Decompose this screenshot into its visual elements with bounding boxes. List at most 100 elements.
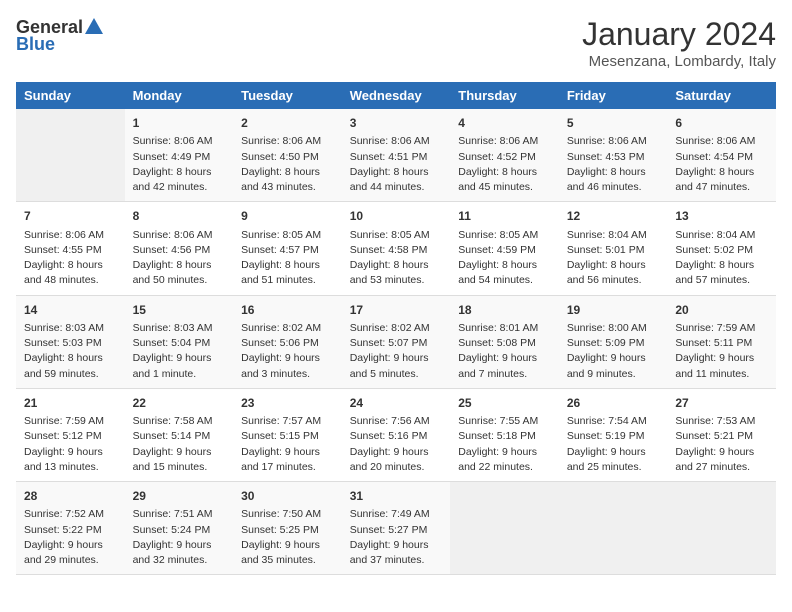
day-number: 2	[241, 115, 334, 132]
daylight-minutes-text: and 48 minutes.	[24, 274, 99, 286]
sunrise-text: Sunrise: 8:06 AM	[458, 135, 538, 147]
day-number: 17	[350, 302, 443, 319]
daylight-hours-text: Daylight: 8 hours	[567, 166, 646, 178]
daylight-hours-text: Daylight: 9 hours	[350, 352, 429, 364]
sunrise-text: Sunrise: 7:58 AM	[133, 415, 213, 427]
daylight-minutes-text: and 37 minutes.	[350, 554, 425, 566]
sunrise-text: Sunrise: 7:56 AM	[350, 415, 430, 427]
sunset-text: Sunset: 4:52 PM	[458, 151, 536, 163]
calendar-cell: 31Sunrise: 7:49 AMSunset: 5:27 PMDayligh…	[342, 482, 451, 575]
day-number: 11	[458, 208, 551, 225]
daylight-hours-text: Daylight: 8 hours	[458, 259, 537, 271]
calendar-cell: 23Sunrise: 7:57 AMSunset: 5:15 PMDayligh…	[233, 388, 342, 481]
logo-blue: Blue	[16, 34, 55, 55]
calendar-cell: 1Sunrise: 8:06 AMSunset: 4:49 PMDaylight…	[125, 109, 234, 202]
sunrise-text: Sunrise: 8:06 AM	[133, 229, 213, 241]
sunset-text: Sunset: 5:02 PM	[675, 244, 753, 256]
daylight-hours-text: Daylight: 9 hours	[458, 446, 537, 458]
sunrise-text: Sunrise: 8:02 AM	[241, 322, 321, 334]
sunrise-text: Sunrise: 7:53 AM	[675, 415, 755, 427]
day-number: 1	[133, 115, 226, 132]
daylight-hours-text: Daylight: 8 hours	[241, 166, 320, 178]
daylight-minutes-text: and 50 minutes.	[133, 274, 208, 286]
calendar-cell	[16, 109, 125, 202]
daylight-hours-text: Daylight: 8 hours	[24, 259, 103, 271]
sunset-text: Sunset: 4:49 PM	[133, 151, 211, 163]
calendar-cell: 7Sunrise: 8:06 AMSunset: 4:55 PMDaylight…	[16, 202, 125, 295]
subtitle: Mesenzana, Lombardy, Italy	[582, 53, 776, 70]
calendar-cell: 26Sunrise: 7:54 AMSunset: 5:19 PMDayligh…	[559, 388, 668, 481]
calendar-week-4: 21Sunrise: 7:59 AMSunset: 5:12 PMDayligh…	[16, 388, 776, 481]
sunrise-text: Sunrise: 8:05 AM	[241, 229, 321, 241]
logo: General Blue	[16, 16, 105, 55]
sunrise-text: Sunrise: 8:05 AM	[350, 229, 430, 241]
sunrise-text: Sunrise: 7:49 AM	[350, 508, 430, 520]
calendar-cell: 10Sunrise: 8:05 AMSunset: 4:58 PMDayligh…	[342, 202, 451, 295]
daylight-minutes-text: and 44 minutes.	[350, 181, 425, 193]
daylight-minutes-text: and 45 minutes.	[458, 181, 533, 193]
logo-icon	[83, 16, 105, 38]
daylight-hours-text: Daylight: 8 hours	[567, 259, 646, 271]
daylight-hours-text: Daylight: 8 hours	[350, 259, 429, 271]
daylight-hours-text: Daylight: 9 hours	[241, 446, 320, 458]
calendar-cell: 28Sunrise: 7:52 AMSunset: 5:22 PMDayligh…	[16, 482, 125, 575]
calendar-cell: 19Sunrise: 8:00 AMSunset: 5:09 PMDayligh…	[559, 295, 668, 388]
calendar-cell: 5Sunrise: 8:06 AMSunset: 4:53 PMDaylight…	[559, 109, 668, 202]
sunrise-text: Sunrise: 7:57 AM	[241, 415, 321, 427]
daylight-minutes-text: and 9 minutes.	[567, 368, 636, 380]
day-number: 30	[241, 488, 334, 505]
sunset-text: Sunset: 5:12 PM	[24, 430, 102, 442]
daylight-hours-text: Daylight: 9 hours	[675, 446, 754, 458]
day-number: 19	[567, 302, 660, 319]
calendar-cell: 9Sunrise: 8:05 AMSunset: 4:57 PMDaylight…	[233, 202, 342, 295]
daylight-hours-text: Daylight: 9 hours	[24, 539, 103, 551]
day-number: 4	[458, 115, 551, 132]
daylight-hours-text: Daylight: 8 hours	[675, 166, 754, 178]
sunrise-text: Sunrise: 7:50 AM	[241, 508, 321, 520]
daylight-hours-text: Daylight: 8 hours	[350, 166, 429, 178]
sunset-text: Sunset: 5:15 PM	[241, 430, 319, 442]
sunrise-text: Sunrise: 8:03 AM	[133, 322, 213, 334]
daylight-minutes-text: and 47 minutes.	[675, 181, 750, 193]
sunrise-text: Sunrise: 8:06 AM	[567, 135, 647, 147]
calendar-cell: 27Sunrise: 7:53 AMSunset: 5:21 PMDayligh…	[667, 388, 776, 481]
sunrise-text: Sunrise: 7:55 AM	[458, 415, 538, 427]
calendar-week-5: 28Sunrise: 7:52 AMSunset: 5:22 PMDayligh…	[16, 482, 776, 575]
sunset-text: Sunset: 5:04 PM	[133, 337, 211, 349]
daylight-hours-text: Daylight: 9 hours	[675, 352, 754, 364]
calendar-cell: 24Sunrise: 7:56 AMSunset: 5:16 PMDayligh…	[342, 388, 451, 481]
calendar-cell: 30Sunrise: 7:50 AMSunset: 5:25 PMDayligh…	[233, 482, 342, 575]
daylight-hours-text: Daylight: 8 hours	[458, 166, 537, 178]
day-number: 9	[241, 208, 334, 225]
daylight-minutes-text: and 15 minutes.	[133, 461, 208, 473]
sunrise-text: Sunrise: 8:06 AM	[133, 135, 213, 147]
weekday-header-wednesday: Wednesday	[342, 82, 451, 109]
daylight-minutes-text: and 7 minutes.	[458, 368, 527, 380]
sunrise-text: Sunrise: 7:54 AM	[567, 415, 647, 427]
daylight-minutes-text: and 43 minutes.	[241, 181, 316, 193]
daylight-minutes-text: and 13 minutes.	[24, 461, 99, 473]
sunrise-text: Sunrise: 8:04 AM	[675, 229, 755, 241]
daylight-hours-text: Daylight: 9 hours	[241, 352, 320, 364]
daylight-hours-text: Daylight: 9 hours	[458, 352, 537, 364]
sunrise-text: Sunrise: 7:59 AM	[675, 322, 755, 334]
calendar-cell: 21Sunrise: 7:59 AMSunset: 5:12 PMDayligh…	[16, 388, 125, 481]
daylight-hours-text: Daylight: 8 hours	[241, 259, 320, 271]
calendar-cell: 29Sunrise: 7:51 AMSunset: 5:24 PMDayligh…	[125, 482, 234, 575]
daylight-hours-text: Daylight: 8 hours	[675, 259, 754, 271]
daylight-hours-text: Daylight: 8 hours	[24, 352, 103, 364]
day-number: 3	[350, 115, 443, 132]
weekday-header-thursday: Thursday	[450, 82, 559, 109]
calendar-cell: 20Sunrise: 7:59 AMSunset: 5:11 PMDayligh…	[667, 295, 776, 388]
sunset-text: Sunset: 5:07 PM	[350, 337, 428, 349]
day-number: 18	[458, 302, 551, 319]
weekday-header-tuesday: Tuesday	[233, 82, 342, 109]
daylight-hours-text: Daylight: 9 hours	[567, 446, 646, 458]
day-number: 25	[458, 395, 551, 412]
calendar-cell: 15Sunrise: 8:03 AMSunset: 5:04 PMDayligh…	[125, 295, 234, 388]
calendar-cell: 13Sunrise: 8:04 AMSunset: 5:02 PMDayligh…	[667, 202, 776, 295]
daylight-hours-text: Daylight: 9 hours	[133, 539, 212, 551]
calendar-cell: 8Sunrise: 8:06 AMSunset: 4:56 PMDaylight…	[125, 202, 234, 295]
daylight-hours-text: Daylight: 9 hours	[350, 446, 429, 458]
weekday-header-sunday: Sunday	[16, 82, 125, 109]
